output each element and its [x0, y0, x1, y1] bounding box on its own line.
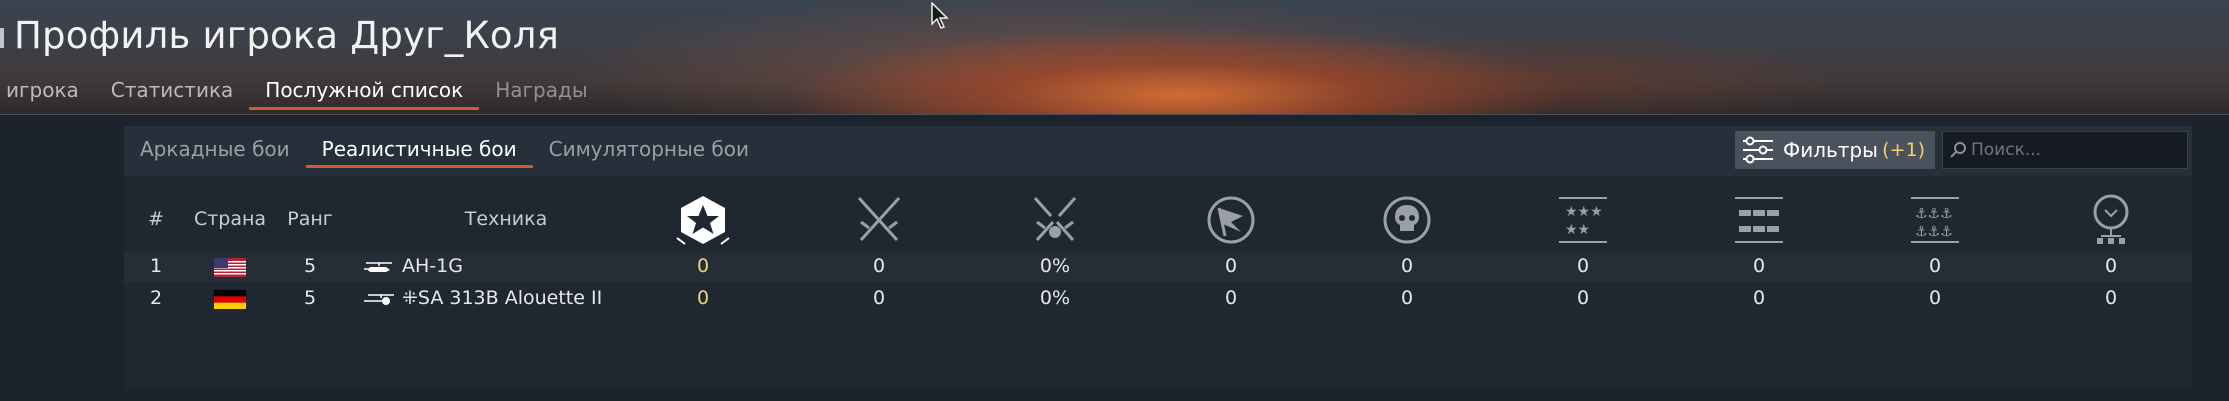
svg-text:★★★: ★★★ [1565, 204, 1603, 220]
stat-value: 0 [1400, 287, 1414, 309]
service-record-panel: Аркадные бои Реалистичные бои Симуляторн… [124, 126, 2192, 388]
stat-value: 0 [696, 287, 710, 309]
svg-text:★★: ★★ [1565, 222, 1590, 238]
column-rank[interactable]: Ранг [287, 208, 333, 230]
stat-value: 0 [2104, 287, 2118, 309]
balloon-icon[interactable] [2083, 192, 2139, 248]
tab-awards[interactable]: Награды [479, 76, 603, 112]
table-header: # Страна Ранг Техника ★★★ ★★ ⚓⚓⚓ ⚓⚓⚓ [124, 190, 2192, 250]
battle-mode-tabs: Аркадные бои Реалистичные бои Симуляторн… [124, 126, 765, 176]
star-emblem-icon[interactable] [675, 192, 731, 248]
table-row[interactable]: 1 5 AH-1G 0 0 0% 0 0 0 0 0 0 [124, 252, 2192, 282]
broken-swords-icon[interactable] [1027, 192, 1083, 248]
tab-arcade-battles[interactable]: Аркадные бои [124, 126, 306, 176]
column-index[interactable]: # [148, 208, 164, 230]
stat-value: 0 [872, 287, 886, 309]
svg-text:⚓⚓⚓: ⚓⚓⚓ [1915, 206, 1953, 222]
column-country[interactable]: Страна [194, 208, 266, 230]
tab-realistic-battles[interactable]: Реалистичные бои [305, 126, 533, 176]
helicopter-icon [364, 294, 394, 305]
stars-row-icon[interactable]: ★★★ ★★ [1555, 192, 1611, 248]
row-rank: 5 [303, 255, 317, 277]
row-index: 1 [149, 255, 163, 277]
stat-value: 0 [1752, 255, 1766, 277]
crossed-swords-icon[interactable] [851, 192, 907, 248]
svg-text:⚓⚓⚓: ⚓⚓⚓ [1915, 224, 1953, 240]
naval-anchors-icon[interactable]: ⚓⚓⚓ ⚓⚓⚓ [1907, 192, 1963, 248]
mode-bar: Аркадные бои Реалистичные бои Симуляторн… [124, 126, 2192, 176]
flag-capture-icon[interactable] [1203, 192, 1259, 248]
helicopter-icon [364, 262, 392, 272]
table-row[interactable]: 2 5 ⁜SA 313B Alouette II 0 0 0% 0 0 0 0 … [124, 284, 2192, 314]
stat-value: 0% [1039, 287, 1071, 309]
filters-label: Фильтры [1783, 138, 1878, 162]
stat-value: 0% [1039, 255, 1071, 277]
page-title: Профиль игрока Друг_Коля [14, 14, 560, 57]
stat-value: 0 [1752, 287, 1766, 309]
stat-value: 0 [1928, 287, 1942, 309]
stat-value: 0 [1224, 287, 1238, 309]
stat-value: 0 [1400, 255, 1414, 277]
usa-flag-icon [214, 258, 246, 277]
stat-value: 0 [1576, 287, 1590, 309]
vehicle-name: AH-1G [402, 255, 463, 277]
search-field[interactable] [1942, 131, 2188, 169]
tab-simulator-battles[interactable]: Симуляторные бои [533, 126, 765, 176]
stat-value: 0 [872, 255, 886, 277]
profile-tabs: игрока Статистика Послужной список Награ… [0, 76, 604, 112]
skull-icon[interactable] [1379, 192, 1435, 248]
vehicle-name: ⁜SA 313B Alouette II [402, 287, 603, 309]
filter-sliders-icon [1743, 136, 1773, 164]
search-icon [1950, 142, 1966, 158]
stat-value: 0 [696, 255, 710, 277]
stat-value: 0 [1224, 255, 1238, 277]
tab-player[interactable]: игрока [0, 76, 95, 112]
germany-flag-icon [214, 290, 246, 309]
stat-value: 0 [1576, 255, 1590, 277]
column-vehicle[interactable]: Техника [465, 208, 547, 230]
filters-count: (+1) [1882, 139, 1925, 161]
search-input[interactable] [1967, 140, 2181, 160]
ground-units-icon[interactable] [1731, 192, 1787, 248]
stat-value: 0 [2104, 255, 2118, 277]
row-rank: 5 [303, 287, 317, 309]
row-index: 2 [149, 287, 163, 309]
header-banner: Профиль игрока Друг_Коля игрока Статисти… [0, 0, 2229, 115]
tab-statistics[interactable]: Статистика [95, 76, 250, 112]
filters-button[interactable]: Фильтры (+1) [1735, 131, 1935, 169]
tab-service-record[interactable]: Послужной список [249, 76, 480, 112]
stat-value: 0 [1928, 255, 1942, 277]
title-marker [0, 28, 4, 48]
mouse-cursor-icon [931, 2, 949, 29]
